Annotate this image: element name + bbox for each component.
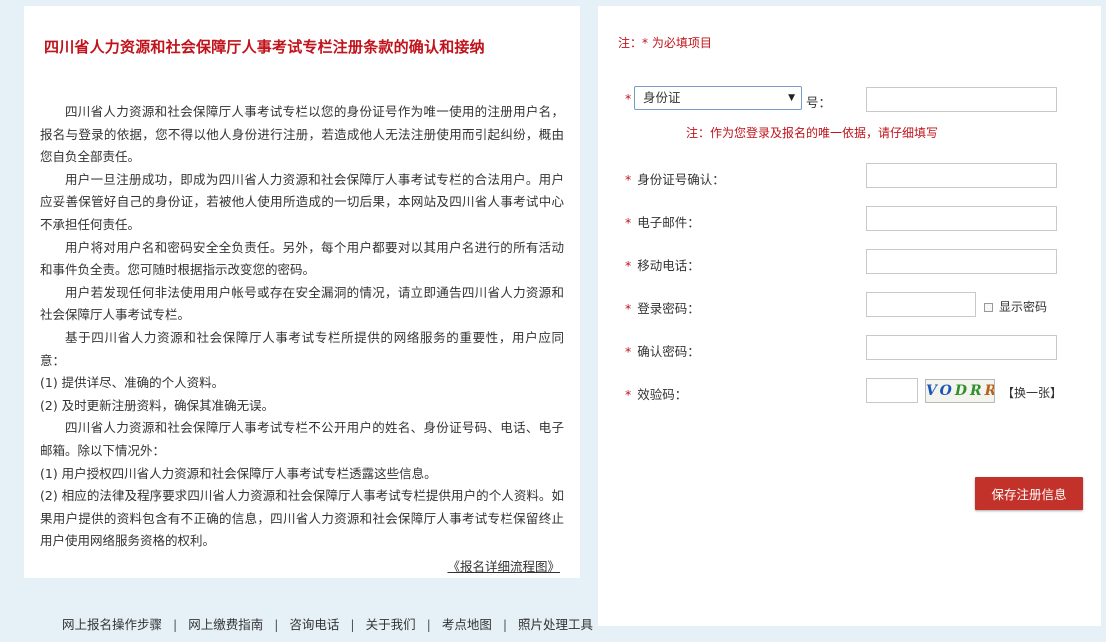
terms-paragraph: (2) 相应的法律及程序要求四川省人力资源和社会保障厅人事考试专栏提供用户的个人… [40, 488, 564, 549]
id-confirm-input[interactable] [866, 163, 1057, 188]
id-note: 注：作为您登录及报名的唯一依据，请仔细填写 [686, 126, 939, 140]
details-flow-link[interactable]: 《报名详细流程图》 [447, 556, 560, 575]
captcha-image[interactable]: VODRR0 [925, 379, 995, 403]
terms-paragraph: (1) 提供详尽、准确的个人资料。 [40, 375, 225, 391]
terms-paragraph: 用户若发现任何非法使用用户帐号或存在安全漏洞的情况，请立即通告四川省人力资源和社… [40, 284, 564, 323]
footer-links: 网上报名操作步骤 | 网上缴费指南 | 咨询电话 | 关于我们 | 考点地图 |… [62, 614, 593, 633]
checkbox-icon[interactable] [984, 303, 993, 312]
terms-title: 四川省人力资源和社会保障厅人事考试专栏注册条款的确认和接纳 [44, 38, 485, 56]
mobile-label: * 移动电话： [625, 258, 700, 273]
password-confirm-label: * 确认密码： [625, 344, 700, 359]
footer-link-exam-map[interactable]: 考点地图 [442, 617, 492, 632]
footer-separator: | [350, 617, 355, 632]
chevron-down-icon: ▼ [788, 93, 795, 103]
mobile-input[interactable] [866, 249, 1057, 274]
registration-form-panel: 注：* 为必填项目 * 身份证 ▼ 号： 注：作为您登录及报名的唯一依据，请仔细… [598, 6, 1101, 626]
captcha-label: * 效验码： [625, 387, 688, 402]
terms-paragraph: 用户将对用户名和密码安全全负责任。另外，每个用户都要对以其用户名进行的所有活动和… [40, 239, 564, 278]
terms-paragraph: 四川省人力资源和社会保障厅人事考试专栏以您的身份证号作为唯一使用的注册用户名，报… [40, 104, 564, 165]
footer-link-phone[interactable]: 咨询电话 [289, 617, 339, 632]
password-confirm-input[interactable] [866, 335, 1057, 360]
id-number-input[interactable] [866, 87, 1057, 112]
footer-link-payment-guide[interactable]: 网上缴费指南 [188, 617, 263, 632]
terms-paragraph: 四川省人力资源和社会保障厅人事考试专栏不公开用户的姓名、身份证号码、电话、电子邮… [40, 420, 564, 458]
footer-link-photo-tool[interactable]: 照片处理工具 [518, 617, 593, 632]
footer-link-about[interactable]: 关于我们 [366, 617, 416, 632]
terms-paragraph: (2) 及时更新注册资料，确保其准确无误。 [40, 397, 275, 413]
id-number-label: 号： [806, 95, 832, 110]
footer-separator: | [274, 617, 279, 632]
save-registration-button[interactable]: 保存注册信息 [975, 477, 1083, 510]
id-type-selected: 身份证 [643, 90, 681, 105]
footer-link-online-steps[interactable]: 网上报名操作步骤 [62, 617, 162, 632]
show-password-toggle[interactable]: 显示密码 [984, 298, 1047, 315]
terms-body: 四川省人力资源和社会保障厅人事考试专栏以您的身份证号作为唯一使用的注册用户名，报… [40, 101, 564, 553]
terms-paragraph: (1) 用户授权四川省人力资源和社会保障厅人事考试专栏透露这些信息。 [40, 465, 437, 481]
terms-paragraph: 基于四川省人力资源和社会保障厅人事考试专栏所提供的网络服务的重要性，用户应同意： [40, 329, 564, 368]
terms-paragraph: 用户一旦注册成功，即成为四川省人力资源和社会保障厅人事考试专栏的合法用户。用户应… [40, 171, 564, 232]
footer-separator: | [502, 617, 508, 632]
footer-separator: | [426, 617, 431, 632]
password-label: * 登录密码： [625, 301, 700, 316]
id-type-select[interactable]: 身份证 ▼ [634, 86, 802, 110]
password-input[interactable] [866, 292, 976, 317]
footer-separator: | [173, 617, 178, 632]
required-note: 注：* 为必填项目 [618, 36, 712, 50]
id-confirm-label: * 身份证号确认： [625, 172, 725, 187]
captcha-input[interactable] [866, 378, 918, 403]
email-input[interactable] [866, 206, 1057, 231]
terms-panel: 四川省人力资源和社会保障厅人事考试专栏注册条款的确认和接纳 四川省人力资源和社会… [24, 6, 580, 578]
captcha-refresh-link[interactable]: 【换一张】 [1002, 384, 1062, 401]
email-label: * 电子邮件： [625, 215, 700, 230]
